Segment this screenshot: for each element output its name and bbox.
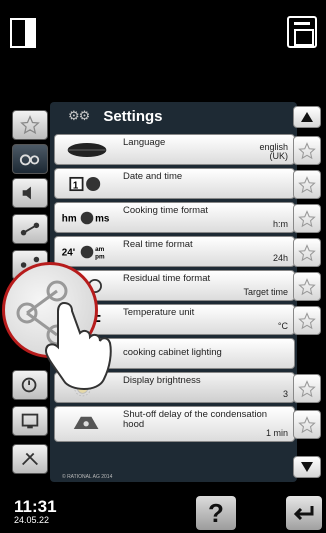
top-bar: [0, 0, 326, 100]
arrow-up-icon: [301, 112, 313, 122]
star-icon: [20, 115, 40, 135]
favorite-star-button-real-time[interactable]: [293, 238, 321, 267]
setting-value: °C: [277, 321, 288, 331]
favorite-star-button-brightness[interactable]: [293, 374, 321, 403]
setting-value: english (UK): [259, 142, 288, 161]
setting-label: Date and time: [123, 171, 183, 182]
scroll-down-button[interactable]: [293, 456, 321, 478]
setting-label: Residual time format: [123, 273, 211, 284]
speaker-icon: [22, 186, 31, 200]
setting-row-real-time[interactable]: 24' am pm Real time format 24h: [54, 236, 295, 267]
favorites-tab[interactable]: [12, 110, 48, 140]
favorite-star-button-cooking-time[interactable]: [293, 204, 321, 233]
exit-icon[interactable]: [287, 16, 317, 48]
lips-icon: [61, 139, 113, 161]
star-icon: [298, 379, 316, 397]
setting-label: Shut-off delay of the condensation hood: [123, 409, 268, 430]
star-icon: [298, 175, 316, 193]
setting-value: Target time: [243, 287, 288, 297]
star-icon: [298, 311, 316, 329]
favorite-star-button-residual-time[interactable]: [293, 272, 321, 301]
arrow-down-icon: [301, 462, 313, 472]
svg-text:1: 1: [73, 180, 79, 191]
favorite-star-button-temperature[interactable]: [293, 306, 321, 335]
favorite-star-button-date-time[interactable]: [293, 170, 321, 199]
tools-icon: [22, 452, 38, 466]
setting-value: 3: [282, 389, 288, 399]
timer-icon: [21, 377, 37, 393]
svg-text:pm: pm: [95, 253, 105, 260]
star-icon: [298, 209, 316, 227]
door-icon[interactable]: [10, 18, 36, 48]
setting-value: 1 min: [265, 428, 288, 438]
hm-ms-icon: hm ms: [61, 207, 113, 229]
setting-label: Cooking time format: [123, 205, 209, 216]
svg-text:24': 24': [62, 248, 75, 259]
gear-tab-icon: [19, 154, 40, 166]
gear-icon: ⚙⚙: [68, 108, 90, 123]
clock-date: 24.05.22: [14, 515, 50, 525]
favorite-star-button-language[interactable]: [293, 136, 321, 165]
svg-text:am: am: [95, 246, 105, 253]
service-tab[interactable]: [12, 444, 48, 474]
svg-text:hm: hm: [62, 214, 77, 225]
setting-row-date-time[interactable]: 1 Date and time: [54, 168, 295, 199]
setting-label: Display brightness: [123, 375, 201, 386]
svg-text:ms: ms: [95, 214, 110, 225]
display-tab[interactable]: [12, 406, 48, 436]
back-button[interactable]: [286, 496, 322, 530]
settings-tab[interactable]: [12, 144, 48, 174]
hand-pointer-icon: [44, 301, 112, 390]
help-button[interactable]: ?: [196, 496, 236, 530]
calendar-clock-icon: 1: [61, 173, 113, 195]
setting-label: Temperature unit: [123, 307, 195, 318]
back-arrow-icon: [293, 506, 314, 521]
hood-icon: [61, 411, 113, 433]
sound-tab[interactable]: [12, 178, 48, 208]
setting-row-cooking-time[interactable]: hm ms Cooking time format h:m: [54, 202, 295, 233]
panel-header: ⚙⚙ Settings: [50, 102, 297, 130]
clock-time: 11:31: [14, 497, 57, 516]
setting-value: 24h: [272, 253, 288, 263]
star-icon: [298, 415, 316, 433]
24-ampm-icon: 24' am pm: [61, 241, 113, 263]
scroll-up-button[interactable]: [293, 106, 321, 128]
setting-value: h:m: [272, 219, 288, 229]
setting-label: cooking cabinet lighting: [123, 347, 222, 358]
setting-row-language[interactable]: Language english (UK): [54, 134, 295, 165]
star-icon: [298, 277, 316, 295]
setting-row-hood-delay[interactable]: Shut-off delay of the condensation hood …: [54, 406, 295, 442]
star-icon: [298, 141, 316, 159]
copyright-text: © RATIONAL AG 2014: [62, 474, 113, 480]
network-tab[interactable]: [12, 214, 48, 244]
clock: 11:31 24.05.22: [14, 498, 57, 526]
display-icon: [21, 413, 39, 429]
star-icon: [298, 243, 316, 261]
page-title: Settings: [103, 107, 163, 125]
network-icon: [20, 222, 40, 236]
setting-label: Real time format: [123, 239, 193, 250]
favorite-star-button-hood[interactable]: [293, 410, 321, 439]
